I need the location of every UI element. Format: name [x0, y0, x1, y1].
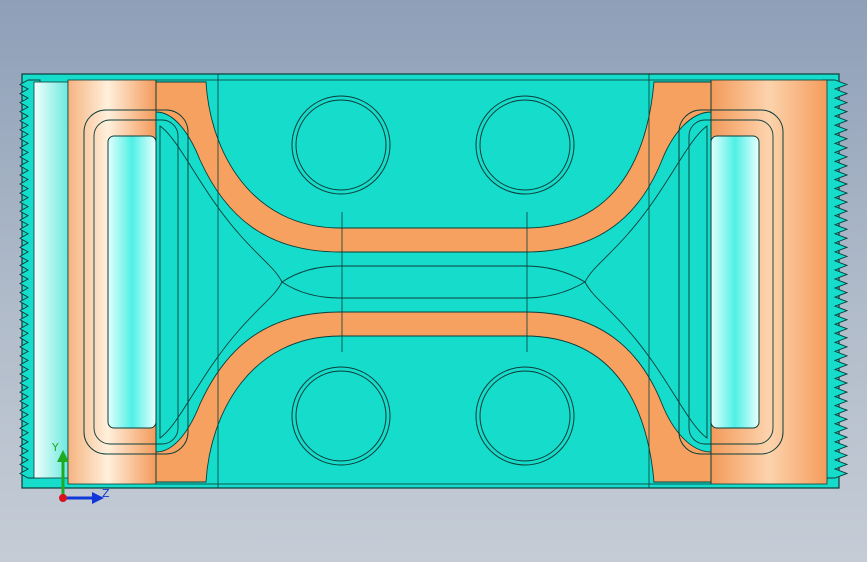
center-bar — [281, 265, 586, 299]
hole-top-right[interactable] — [475, 95, 575, 195]
hole-bottom-right[interactable] — [475, 366, 575, 466]
z-axis-label: Z — [102, 487, 110, 500]
hole-bottom-left[interactable] — [291, 366, 391, 466]
right-pocket — [710, 135, 760, 429]
x-axis-dot — [59, 494, 67, 502]
mold-part[interactable] — [19, 73, 849, 489]
y-axis-label: Y — [51, 441, 59, 454]
left-end-face — [33, 81, 69, 479]
hole-top-left[interactable] — [291, 95, 391, 195]
cad-viewport[interactable]: Y Z — [0, 0, 867, 562]
left-pocket — [107, 135, 157, 429]
